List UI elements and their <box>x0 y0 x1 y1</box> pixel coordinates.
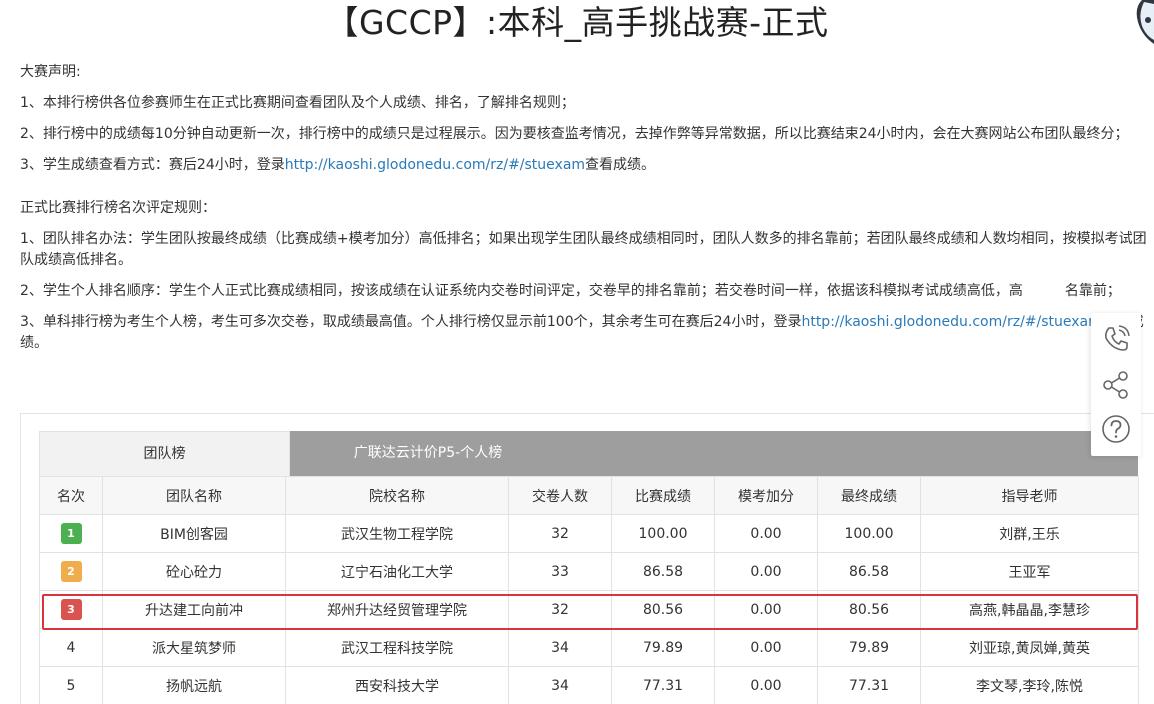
notice-item-text: 查看成绩。 <box>585 157 655 173</box>
leaderboard-tabs: 团队榜 广联达云计价P5-个人榜 <box>39 431 1138 476</box>
rank-badge-silver: 2 <box>61 561 82 582</box>
score-cell: 77.31 <box>612 667 715 704</box>
bonus-cell: 0.00 <box>715 667 818 704</box>
tab-individual[interactable]: 广联达云计价P5-个人榜 <box>290 431 566 476</box>
header-score: 比赛成绩 <box>612 477 715 515</box>
rule-item: 2、学生个人排名顺序：学生个人正式比赛成绩相同，按该成绩在认证系统内交卷时间评定… <box>20 281 1150 302</box>
header-rank: 名次 <box>40 477 103 515</box>
table-row: 5 扬帆远航 西安科技大学 34 77.31 0.00 77.31 李文琴,李玲… <box>40 667 1139 704</box>
bonus-cell: 0.00 <box>715 553 818 591</box>
header-school: 院校名称 <box>286 477 509 515</box>
team-name-cell: 升达建工向前冲 <box>103 591 286 629</box>
rank-cell: 2 <box>40 553 103 591</box>
teacher-cell: 刘群,王乐 <box>921 515 1139 553</box>
mascot-icon <box>1128 0 1154 46</box>
score-cell: 86.58 <box>612 553 715 591</box>
rank-badge-gold: 1 <box>61 523 82 544</box>
school-name-cell: 武汉工程科技学院 <box>286 629 509 667</box>
count-cell: 32 <box>509 515 612 553</box>
tab-bar-fill <box>566 431 1138 476</box>
bonus-cell: 0.00 <box>715 515 818 553</box>
final-score-cell: 79.89 <box>818 629 921 667</box>
page-title: 【GCCP】:本科_高手挑战赛-正式 <box>0 0 1154 50</box>
table-row: 1 BIM创客园 武汉生物工程学院 32 100.00 0.00 100.00 … <box>40 515 1139 553</box>
share-icon[interactable] <box>1100 369 1132 401</box>
notice-item: 1、本排行榜供各位参赛师生在正式比赛期间查看团队及个人成绩、排名，了解排名规则； <box>20 93 1150 114</box>
final-score-cell: 80.56 <box>818 591 921 629</box>
notice-heading: 大赛声明: <box>20 62 1150 83</box>
teacher-cell: 高燕,韩晶晶,李慧珍 <box>921 591 1139 629</box>
bonus-cell: 0.00 <box>715 591 818 629</box>
tab-team[interactable]: 团队榜 <box>39 431 290 476</box>
table-header-row: 名次 团队名称 院校名称 交卷人数 比赛成绩 模考加分 最终成绩 指导老师 <box>40 477 1139 515</box>
exam-link[interactable]: http://kaoshi.glodonedu.com/rz/#/stuexam <box>285 157 585 173</box>
header-team: 团队名称 <box>103 477 286 515</box>
help-icon[interactable] <box>1100 413 1132 445</box>
header-bonus: 模考加分 <box>715 477 818 515</box>
teacher-cell: 李文琴,李玲,陈悦 <box>921 667 1139 704</box>
teacher-cell: 刘亚琼,黄凤婵,黄英 <box>921 629 1139 667</box>
rank-cell: 4 <box>40 629 103 667</box>
notice-item: 3、学生成绩查看方式：赛后24小时，登录http://kaoshi.glodon… <box>20 155 1150 176</box>
count-cell: 33 <box>509 553 612 591</box>
header-final: 最终成绩 <box>818 477 921 515</box>
score-cell: 80.56 <box>612 591 715 629</box>
table-row: 2 砼心砼力 辽宁石油化工大学 33 86.58 0.00 86.58 王亚军 <box>40 553 1139 591</box>
final-score-cell: 100.00 <box>818 515 921 553</box>
school-name-cell: 武汉生物工程学院 <box>286 515 509 553</box>
ranking-table: 名次 团队名称 院校名称 交卷人数 比赛成绩 模考加分 最终成绩 指导老师 1 … <box>39 476 1139 704</box>
count-cell: 32 <box>509 591 612 629</box>
score-cell: 100.00 <box>612 515 715 553</box>
score-cell: 79.89 <box>612 629 715 667</box>
teacher-cell: 王亚军 <box>921 553 1139 591</box>
notice-item-text: 3、学生成绩查看方式：赛后24小时，登录 <box>20 157 285 173</box>
rank-badge-bronze: 3 <box>61 599 82 620</box>
notice-item: 2、排行榜中的成绩每10分钟自动更新一次，排行榜中的成绩只是过程展示。因为要核查… <box>20 124 1150 145</box>
rule-item: 1、团队排名办法：学生团队按最终成绩（比赛成绩+模考加分）高低排名；如果出现学生… <box>20 229 1150 271</box>
rank-cell: 3 <box>40 591 103 629</box>
floating-toolbar <box>1091 313 1141 456</box>
bonus-cell: 0.00 <box>715 629 818 667</box>
phone-icon[interactable] <box>1100 323 1132 355</box>
school-name-cell: 辽宁石油化工大学 <box>286 553 509 591</box>
school-name-cell: 郑州升达经贸管理学院 <box>286 591 509 629</box>
exam-link[interactable]: http://kaoshi.glodonedu.com/rz/#/stuexam <box>801 314 1101 330</box>
rank-cell: 1 <box>40 515 103 553</box>
count-cell: 34 <box>509 667 612 704</box>
leaderboard-panel: 团队榜 广联达云计价P5-个人榜 名次 团队名称 院校名称 交卷人数 比赛成绩 … <box>20 413 1154 704</box>
rule-item-text: 3、单科排行榜为考生个人榜，考生可多次交卷，取成绩最高值。个人排行榜仅显示前10… <box>20 314 801 330</box>
header-count: 交卷人数 <box>509 477 612 515</box>
table-row: 3 升达建工向前冲 郑州升达经贸管理学院 32 80.56 0.00 80.56… <box>40 591 1139 629</box>
count-cell: 34 <box>509 629 612 667</box>
team-name-cell: 砼心砼力 <box>103 553 286 591</box>
header-teacher: 指导老师 <box>921 477 1139 515</box>
rank-cell: 5 <box>40 667 103 704</box>
notice-section: 大赛声明: 1、本排行榜供各位参赛师生在正式比赛期间查看团队及个人成绩、排名，了… <box>20 62 1150 354</box>
rules-heading: 正式比赛排行榜名次评定规则： <box>20 198 1150 219</box>
team-name-cell: 扬帆远航 <box>103 667 286 704</box>
rule-item: 3、单科排行榜为考生个人榜，考生可多次交卷，取成绩最高值。个人排行榜仅显示前10… <box>20 312 1150 354</box>
school-name-cell: 西安科技大学 <box>286 667 509 704</box>
team-name-cell: BIM创客园 <box>103 515 286 553</box>
team-name-cell: 派大星筑梦师 <box>103 629 286 667</box>
final-score-cell: 77.31 <box>818 667 921 704</box>
final-score-cell: 86.58 <box>818 553 921 591</box>
table-row: 4 派大星筑梦师 武汉工程科技学院 34 79.89 0.00 79.89 刘亚… <box>40 629 1139 667</box>
